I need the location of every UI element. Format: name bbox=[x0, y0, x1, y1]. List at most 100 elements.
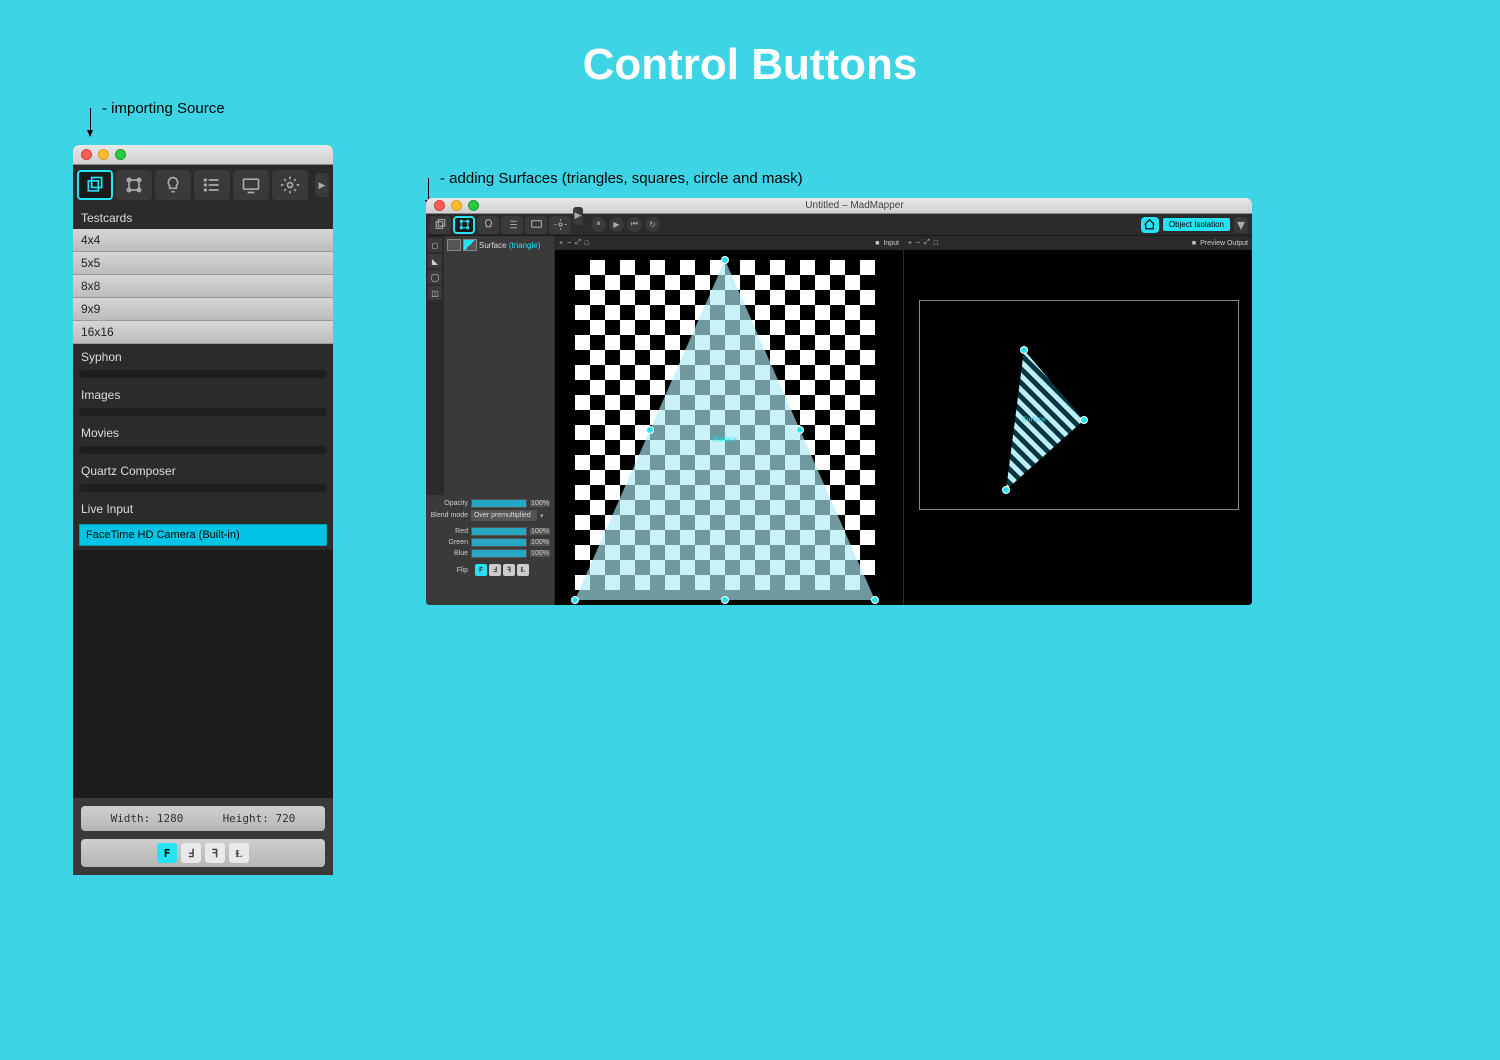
red-slider[interactable] bbox=[471, 527, 527, 536]
dimensions-readout: Width: 1280 Height: 720 bbox=[81, 806, 325, 831]
vertex-handle[interactable] bbox=[871, 596, 879, 604]
edge-handle[interactable] bbox=[721, 596, 729, 604]
add-triangle-icon[interactable]: ◣ bbox=[428, 254, 442, 268]
list-item[interactable]: 4x4 bbox=[73, 229, 333, 252]
surface-list-item[interactable]: Surface (triangle) bbox=[446, 238, 552, 252]
layers-icon[interactable] bbox=[429, 216, 451, 234]
home-icon[interactable] bbox=[1141, 217, 1159, 233]
pause-icon[interactable]: ⏸ bbox=[591, 217, 606, 232]
list-item[interactable]: 16x16 bbox=[73, 321, 333, 344]
list-icon[interactable] bbox=[501, 216, 523, 234]
monitor-icon[interactable] bbox=[233, 170, 269, 200]
width-readout: Width: 1280 bbox=[111, 812, 184, 825]
section-live-input: Live Input bbox=[73, 496, 333, 520]
vertex-handle[interactable] bbox=[1020, 346, 1028, 354]
zoom-out-icon[interactable]: − bbox=[567, 240, 571, 247]
flip-button[interactable]: Ⅎ bbox=[489, 564, 501, 576]
flip-button[interactable]: ꟻ bbox=[503, 564, 515, 576]
blend-label: Blend mode bbox=[430, 512, 468, 519]
red-value: 100% bbox=[530, 528, 550, 535]
list-item[interactable]: 9x9 bbox=[73, 298, 333, 321]
close-icon[interactable] bbox=[434, 200, 445, 211]
edge-handle[interactable] bbox=[796, 426, 804, 434]
add-quad-icon[interactable]: ◻ bbox=[428, 238, 442, 252]
settings-icon[interactable] bbox=[549, 216, 571, 234]
section-testcards: Testcards bbox=[73, 205, 333, 229]
toolbar: ▶ bbox=[73, 165, 333, 205]
height-readout: Height: 720 bbox=[223, 812, 296, 825]
zoom-in-icon[interactable]: + bbox=[908, 240, 912, 247]
viewport-toolbar: + − ⤢ □ ■ Preview Output bbox=[904, 236, 1252, 250]
flip-button[interactable]: Ɫ bbox=[517, 564, 529, 576]
minimize-icon[interactable] bbox=[98, 149, 109, 160]
more-icon[interactable]: ▶ bbox=[315, 173, 329, 197]
scrollbar[interactable] bbox=[79, 446, 327, 454]
vertex-handle[interactable] bbox=[571, 596, 579, 604]
blue-value: 100% bbox=[530, 550, 550, 557]
flip-button[interactable]: ꟻ bbox=[205, 843, 225, 863]
opacity-slider[interactable] bbox=[471, 499, 527, 508]
zoom-in-icon[interactable]: + bbox=[559, 240, 563, 247]
play-icon[interactable]: ▶ bbox=[609, 217, 624, 232]
viewport-canvas[interactable]: Surface bbox=[904, 250, 1252, 605]
flip-button[interactable]: Ⅎ bbox=[181, 843, 201, 863]
transform-icon[interactable] bbox=[116, 170, 152, 200]
flip-button[interactable]: Ɫ bbox=[229, 843, 249, 863]
close-icon[interactable] bbox=[81, 149, 92, 160]
edge-handle[interactable] bbox=[646, 426, 654, 434]
list-item[interactable]: 8x8 bbox=[73, 275, 333, 298]
vertex-handle[interactable] bbox=[1080, 416, 1088, 424]
rewind-icon[interactable]: ⏮ bbox=[627, 217, 642, 232]
blue-slider[interactable] bbox=[471, 549, 527, 558]
maximize-icon[interactable] bbox=[468, 200, 479, 211]
surface-label: Surface bbox=[1022, 417, 1046, 424]
square-icon[interactable]: □ bbox=[585, 240, 589, 247]
fit-icon[interactable]: ⤢ bbox=[575, 239, 581, 247]
settings-icon[interactable] bbox=[272, 170, 308, 200]
live-input-selected[interactable]: FaceTime HD Camera (Built-in) bbox=[79, 524, 327, 546]
square-icon[interactable]: □ bbox=[934, 240, 938, 247]
zoom-out-icon[interactable]: − bbox=[916, 240, 920, 247]
flip-label: Flip bbox=[430, 567, 468, 574]
chevron-down-icon[interactable]: ▾ bbox=[540, 512, 550, 520]
opacity-value: 100% bbox=[530, 500, 550, 507]
list-icon[interactable] bbox=[194, 170, 230, 200]
viewport-toolbar: + − ⤢ □ ■ Input bbox=[555, 236, 903, 250]
section-movies: Movies bbox=[73, 420, 333, 444]
scrollbar[interactable] bbox=[79, 484, 327, 492]
add-circle-icon[interactable]: ◯ bbox=[428, 270, 442, 284]
layers-icon[interactable] bbox=[77, 170, 113, 200]
light-icon[interactable] bbox=[477, 216, 499, 234]
green-label: Green bbox=[430, 539, 468, 546]
surface-thumb-icon bbox=[447, 239, 461, 251]
monitor-icon[interactable] bbox=[525, 216, 547, 234]
light-icon[interactable] bbox=[155, 170, 191, 200]
more-icon[interactable]: ▶ bbox=[573, 207, 583, 225]
vertex-handle[interactable] bbox=[1002, 486, 1010, 494]
fit-icon[interactable]: ⤢ bbox=[924, 239, 930, 247]
scrollbar[interactable] bbox=[79, 408, 327, 416]
flip-button[interactable]: F bbox=[475, 564, 487, 576]
scrollbar[interactable] bbox=[79, 370, 327, 378]
surface-name: Surface bbox=[479, 241, 507, 250]
object-isolation-button[interactable]: Object Isolation bbox=[1163, 218, 1230, 231]
minimize-icon[interactable] bbox=[451, 200, 462, 211]
list-item[interactable]: 5x5 bbox=[73, 252, 333, 275]
transform-icon[interactable] bbox=[453, 216, 475, 234]
section-quartz: Quartz Composer bbox=[73, 458, 333, 482]
blend-mode-select[interactable]: Over premultiplied bbox=[471, 510, 537, 521]
vertex-handle[interactable] bbox=[721, 256, 729, 264]
viewport-canvas[interactable]: Surface bbox=[555, 250, 903, 605]
surface-list: Surface (triangle) bbox=[444, 236, 554, 495]
maximize-icon[interactable] bbox=[115, 149, 126, 160]
green-slider[interactable] bbox=[471, 538, 527, 547]
annotation-adding: - adding Surfaces (triangles, squares, c… bbox=[440, 170, 803, 187]
add-mask-icon[interactable]: ◫ bbox=[428, 286, 442, 300]
viewport-label: Preview Output bbox=[1200, 240, 1248, 247]
surface-label: Surface bbox=[713, 437, 737, 444]
window-importing-source: ▶ Testcards 4x4 5x5 8x8 9x9 16x16 Syphon… bbox=[73, 145, 333, 875]
flip-button[interactable]: F bbox=[157, 843, 177, 863]
viewport-label: Input bbox=[883, 240, 899, 247]
loop-icon[interactable]: ↻ bbox=[645, 217, 660, 232]
dropdown-icon[interactable]: ▾ bbox=[1234, 217, 1248, 233]
